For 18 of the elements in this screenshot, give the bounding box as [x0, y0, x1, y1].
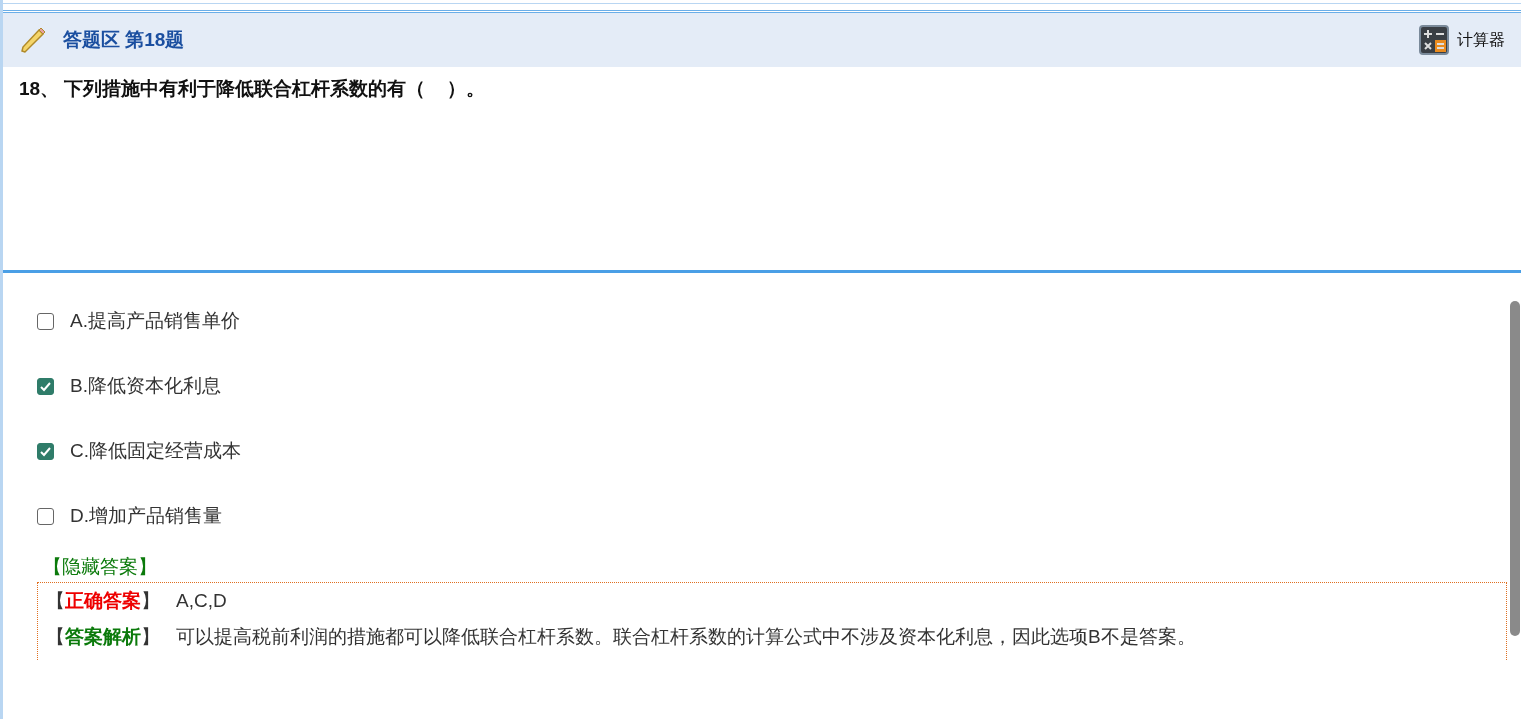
answer-label: 【正确答案】 — [46, 588, 160, 613]
option-label[interactable]: D.增加产品销售量 — [70, 502, 222, 531]
answer-text: 可以提高税前利润的措施都可以降低联合杠杆系数。联合杠杆系数的计算公式中不涉及资本化利息，因此选项B不是答案。 — [176, 625, 1196, 649]
hide-answer-link[interactable]: 【隐藏答案】 — [43, 553, 157, 582]
calculator-button[interactable]: 计算器 — [1419, 25, 1505, 55]
question-text: 18、 下列措施中有利于降低联合杠杆系数的有（ ）。 — [19, 77, 486, 101]
answer-text: A,C,D — [176, 588, 227, 613]
checkbox[interactable] — [37, 443, 54, 460]
option-label[interactable]: C.降低固定经营成本 — [70, 437, 241, 466]
calculator-icon — [1419, 25, 1449, 55]
section-title: 答题区 第18题 — [63, 27, 185, 52]
answer-label: 【答案解析】 — [46, 625, 160, 649]
checkbox[interactable] — [37, 313, 54, 330]
checkbox[interactable] — [37, 508, 54, 525]
checkbox[interactable] — [37, 378, 54, 395]
option-label[interactable]: B.降低资本化利息 — [70, 372, 221, 401]
option-label[interactable]: A.提高产品销售单价 — [70, 307, 240, 336]
pencil-icon — [19, 26, 47, 54]
